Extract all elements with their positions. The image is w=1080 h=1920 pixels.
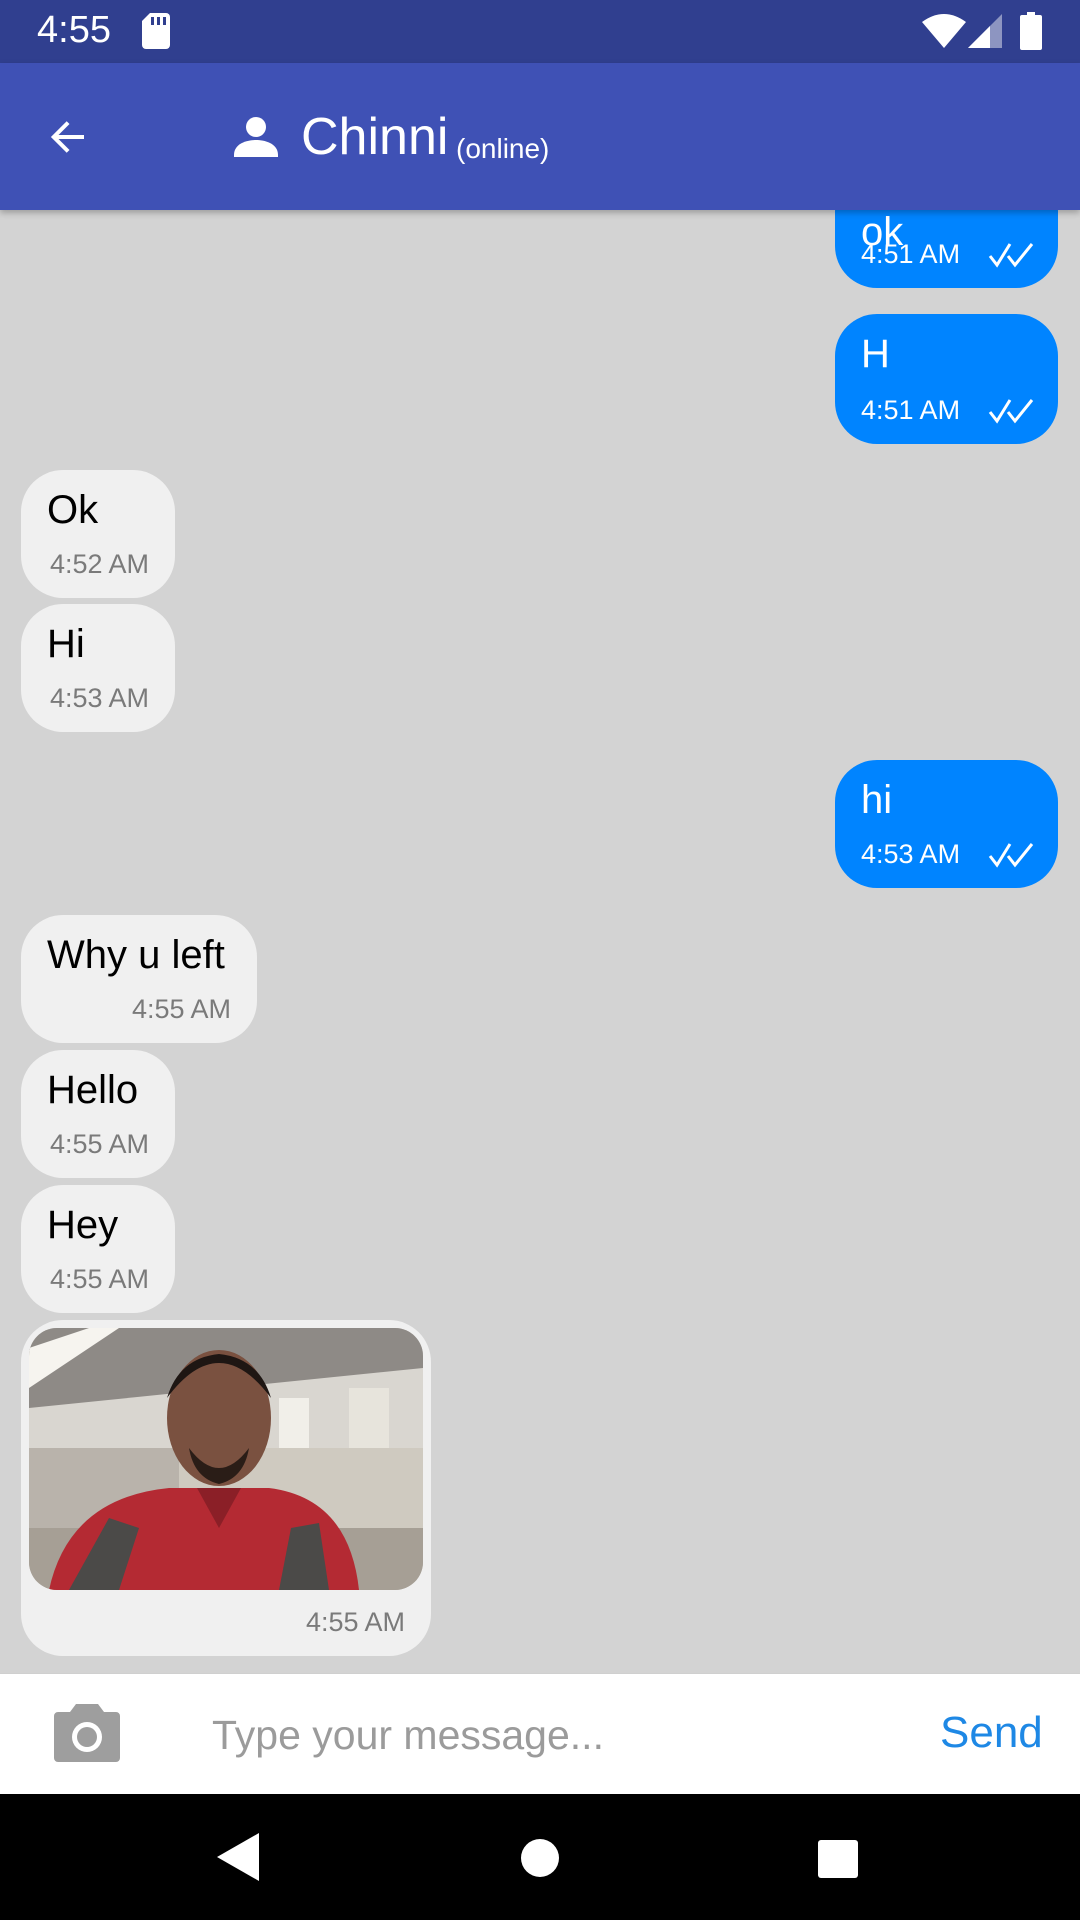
message-time: 4:51 AM: [861, 239, 961, 269]
message-text: H: [861, 332, 890, 376]
incoming-message[interactable]: Why u left 4:55 AM: [21, 915, 257, 1043]
double-check-icon: [988, 399, 1034, 424]
incoming-message[interactable]: Hi 4:53 AM: [21, 604, 175, 732]
message-text: Hello: [47, 1068, 139, 1112]
message-text: Ok: [47, 488, 99, 532]
message-time: 4:55 AM: [305, 1607, 405, 1637]
message-time: 4:51 AM: [861, 395, 961, 425]
message-input[interactable]: [200, 1696, 920, 1774]
outgoing-message[interactable]: ok 4:51 AM: [835, 210, 1058, 288]
camera-icon[interactable]: [54, 1704, 120, 1762]
nav-recents-icon[interactable]: [818, 1840, 858, 1878]
nav-back-icon[interactable]: [217, 1833, 259, 1881]
incoming-message[interactable]: Ok 4:52 AM: [21, 470, 175, 598]
status-time: 4:55: [37, 9, 111, 51]
wifi-icon: [922, 14, 966, 48]
outgoing-message[interactable]: hi 4:53 AM: [835, 760, 1058, 888]
message-composer: Send: [0, 1673, 1080, 1794]
back-arrow-icon[interactable]: [44, 113, 92, 161]
battery-icon: [1020, 12, 1042, 50]
contact-presence: (online): [456, 133, 550, 164]
contact-name[interactable]: Chinni: [301, 107, 448, 167]
cell-signal-icon: [968, 14, 1002, 48]
status-bar: 4:55: [0, 0, 1080, 63]
incoming-image-message[interactable]: 4:55 AM: [21, 1320, 431, 1656]
double-check-icon: [988, 243, 1034, 268]
outgoing-message[interactable]: H 4:51 AM: [835, 314, 1058, 444]
shared-photo[interactable]: [29, 1328, 423, 1590]
sd-card-icon: [142, 13, 170, 49]
system-nav-bar: [0, 1794, 1080, 1920]
message-list[interactable]: ok 4:51 AM H 4:51 AM Ok 4:52 AM Hi 4:53 …: [0, 210, 1080, 1673]
message-time: 4:55 AM: [49, 1264, 149, 1294]
message-text: Why u left: [47, 933, 225, 977]
message-text: Hi: [47, 622, 85, 666]
message-time: 4:52 AM: [49, 549, 149, 579]
message-time: 4:55 AM: [49, 1129, 149, 1159]
nav-home-icon[interactable]: [520, 1838, 560, 1878]
incoming-message[interactable]: Hello 4:55 AM: [21, 1050, 175, 1178]
send-button[interactable]: Send: [940, 1708, 1043, 1758]
double-check-icon: [988, 843, 1034, 868]
incoming-message[interactable]: Hey 4:55 AM: [21, 1185, 175, 1313]
message-text: Hey: [47, 1203, 119, 1247]
message-time: 4:53 AM: [861, 839, 961, 869]
app-bar: Chinni (online): [0, 63, 1080, 210]
message-time: 4:55 AM: [131, 994, 231, 1024]
message-time: 4:53 AM: [49, 683, 149, 713]
person-icon: [234, 117, 278, 157]
message-text: hi: [861, 778, 893, 822]
